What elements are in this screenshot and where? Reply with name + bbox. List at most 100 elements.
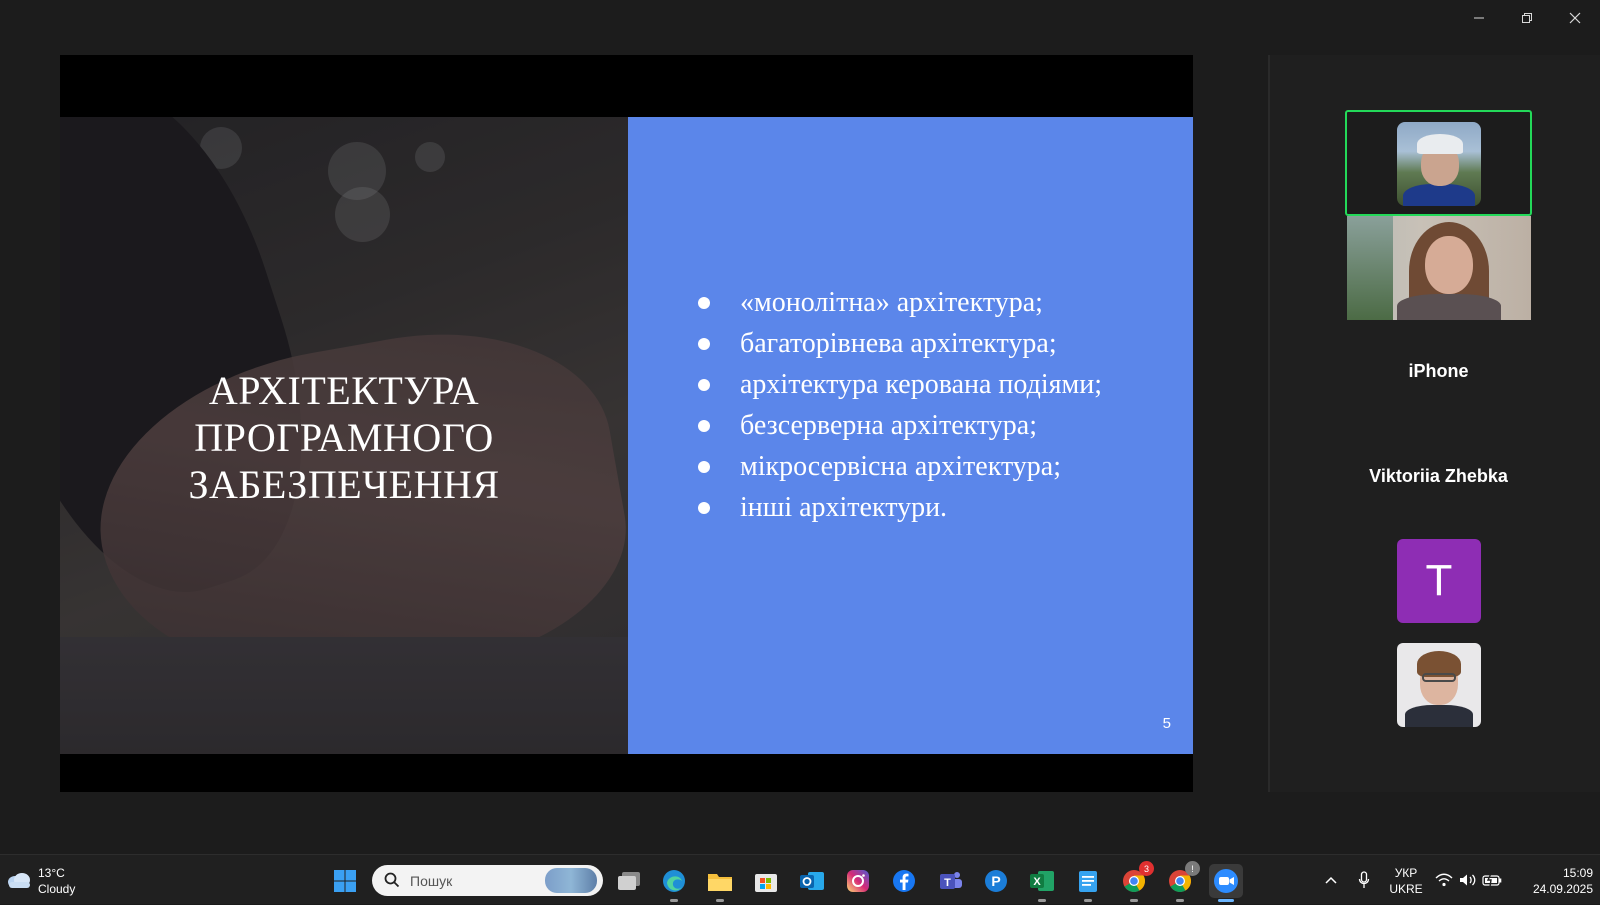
clock-date: 24.09.2025: [1532, 882, 1593, 896]
excel-icon: X: [1030, 871, 1054, 891]
notification-badge: !: [1185, 861, 1200, 876]
edge-button[interactable]: [657, 864, 691, 902]
clock-time: 15:09: [1562, 866, 1593, 880]
zoom-icon: [1214, 869, 1238, 893]
search-highlight-icon: [545, 868, 597, 893]
slide-content-panel: «монолітна» архітектура; багаторівнева а…: [628, 117, 1193, 754]
participant-tile-active-speaker[interactable]: [1345, 110, 1532, 216]
file-explorer-icon: [708, 874, 732, 891]
running-indicator: [1038, 899, 1046, 902]
bullet-item: інші архітектури.: [696, 487, 1176, 528]
start-button[interactable]: [328, 864, 362, 898]
edge-icon: [663, 870, 685, 892]
slide-page-number: 5: [1162, 715, 1171, 732]
running-indicator: [1130, 899, 1138, 902]
weather-widget[interactable]: 13°C Cloudy: [4, 865, 124, 897]
notification-badge: 3: [1139, 861, 1154, 876]
bullet-item: «монолітна» архітектура;: [696, 282, 1176, 323]
task-view-button[interactable]: [612, 864, 646, 898]
outlook-icon: [800, 872, 824, 890]
bullet-item: архітектура керована подіями;: [696, 364, 1176, 405]
chevron-up-icon: [1325, 876, 1337, 884]
taskbar-search[interactable]: [372, 865, 603, 896]
language-short: УКР: [1394, 866, 1418, 880]
facebook-icon: [893, 870, 915, 892]
search-input[interactable]: [410, 871, 530, 891]
teams-icon: T: [940, 872, 962, 889]
teams-button[interactable]: T: [933, 864, 967, 898]
zoom-button[interactable]: [1209, 864, 1243, 902]
wifi-icon: [1435, 873, 1453, 887]
picsart-icon: P: [985, 870, 1007, 892]
bullet-item: безсерверна архітектура;: [696, 405, 1176, 446]
microsoft-store-button[interactable]: [749, 864, 783, 898]
search-icon: [384, 872, 400, 888]
bullet-item: мікросервісна архітектура;: [696, 446, 1176, 487]
svg-text:T: T: [944, 877, 951, 889]
instagram-button[interactable]: [841, 864, 875, 898]
slide-title-line: АРХІТЕКТУРА: [208, 368, 480, 413]
screen-share-area: АРХІТЕКТУРА ПРОГРАМНОГО ЗАБЕЗПЕЧЕННЯ «мо…: [60, 55, 1193, 792]
chrome-profile-button[interactable]: !: [1163, 861, 1200, 902]
taskbar-clock[interactable]: 15:09 24.09.2025: [1509, 865, 1593, 897]
microphone-icon: [1358, 871, 1370, 888]
avatar-suit: [1405, 705, 1473, 727]
running-indicator: [716, 899, 724, 902]
participant-video-tile[interactable]: [1347, 216, 1531, 320]
slide-bullet-list: «монолітна» архітектура; багаторівнева а…: [696, 282, 1176, 528]
avatar-glasses: [1422, 673, 1456, 682]
picsart-button[interactable]: P: [979, 864, 1013, 898]
file-explorer-button[interactable]: [703, 864, 737, 902]
battery-button[interactable]: [1482, 870, 1502, 890]
video-background-plant: [1347, 216, 1393, 320]
weather-condition: Cloudy: [38, 882, 76, 896]
battery-charging-icon: [1482, 873, 1502, 887]
svg-text:X: X: [1033, 876, 1041, 888]
active-indicator: [1218, 899, 1234, 902]
task-view-icon: [618, 872, 640, 890]
running-indicator: [1176, 899, 1184, 902]
slide-title-line: ПРОГРАМНОГО: [194, 415, 494, 460]
notepad-button[interactable]: [1071, 864, 1105, 902]
close-icon: [1569, 12, 1581, 24]
chrome-button[interactable]: 3: [1117, 861, 1154, 902]
minimize-icon: [1474, 17, 1484, 19]
bullet-item: багаторівнева архітектура;: [696, 323, 1176, 364]
avatar: [1397, 122, 1481, 206]
network-button[interactable]: [1434, 870, 1454, 890]
slide-background-photo: АРХІТЕКТУРА ПРОГРАМНОГО ЗАБЕЗПЕЧЕННЯ: [60, 117, 628, 754]
participant-name-viktoriia[interactable]: Viktoriia Zhebka: [1345, 466, 1532, 487]
outlook-button[interactable]: [795, 864, 829, 898]
avatar-cap: [1417, 134, 1463, 154]
speaker-icon: [1460, 874, 1476, 886]
instagram-icon: [847, 870, 869, 892]
participant-name-iphone[interactable]: iPhone: [1345, 361, 1532, 382]
restore-button[interactable]: [1504, 0, 1550, 36]
facebook-button[interactable]: [887, 864, 921, 898]
windows-start-icon: [334, 870, 356, 892]
weather-temperature: 13°C: [38, 866, 65, 880]
language-indicator[interactable]: УКР UKRE: [1388, 865, 1424, 897]
participant-avatar-letter[interactable]: T: [1397, 539, 1481, 623]
running-indicator: [670, 899, 678, 902]
slide-title-line: ЗАБЕЗПЕЧЕННЯ: [188, 462, 500, 507]
excel-button[interactable]: X: [1025, 864, 1059, 902]
cloud-icon: [8, 873, 30, 888]
notepad-icon: [1079, 871, 1097, 892]
video-person-shirt: [1397, 294, 1501, 320]
microsoft-store-icon: [755, 874, 777, 892]
show-hidden-icons-button[interactable]: [1321, 870, 1341, 890]
presentation-slide: АРХІТЕКТУРА ПРОГРАМНОГО ЗАБЕЗПЕЧЕННЯ «мо…: [60, 117, 1193, 754]
running-indicator: [1084, 899, 1092, 902]
volume-button[interactable]: [1458, 870, 1478, 890]
restore-icon: [1522, 13, 1532, 23]
svg-text:P: P: [991, 873, 1000, 889]
windows-taskbar: 13°C Cloudy T: [0, 854, 1600, 904]
title-bar: [0, 0, 1600, 36]
microphone-button[interactable]: [1354, 870, 1374, 890]
participant-avatar-photo[interactable]: [1397, 643, 1481, 727]
close-button[interactable]: [1552, 0, 1598, 36]
slide-title: АРХІТЕКТУРА ПРОГРАМНОГО ЗАБЕЗПЕЧЕННЯ: [60, 367, 628, 508]
video-person-face: [1425, 236, 1473, 294]
minimize-button[interactable]: [1456, 0, 1502, 36]
